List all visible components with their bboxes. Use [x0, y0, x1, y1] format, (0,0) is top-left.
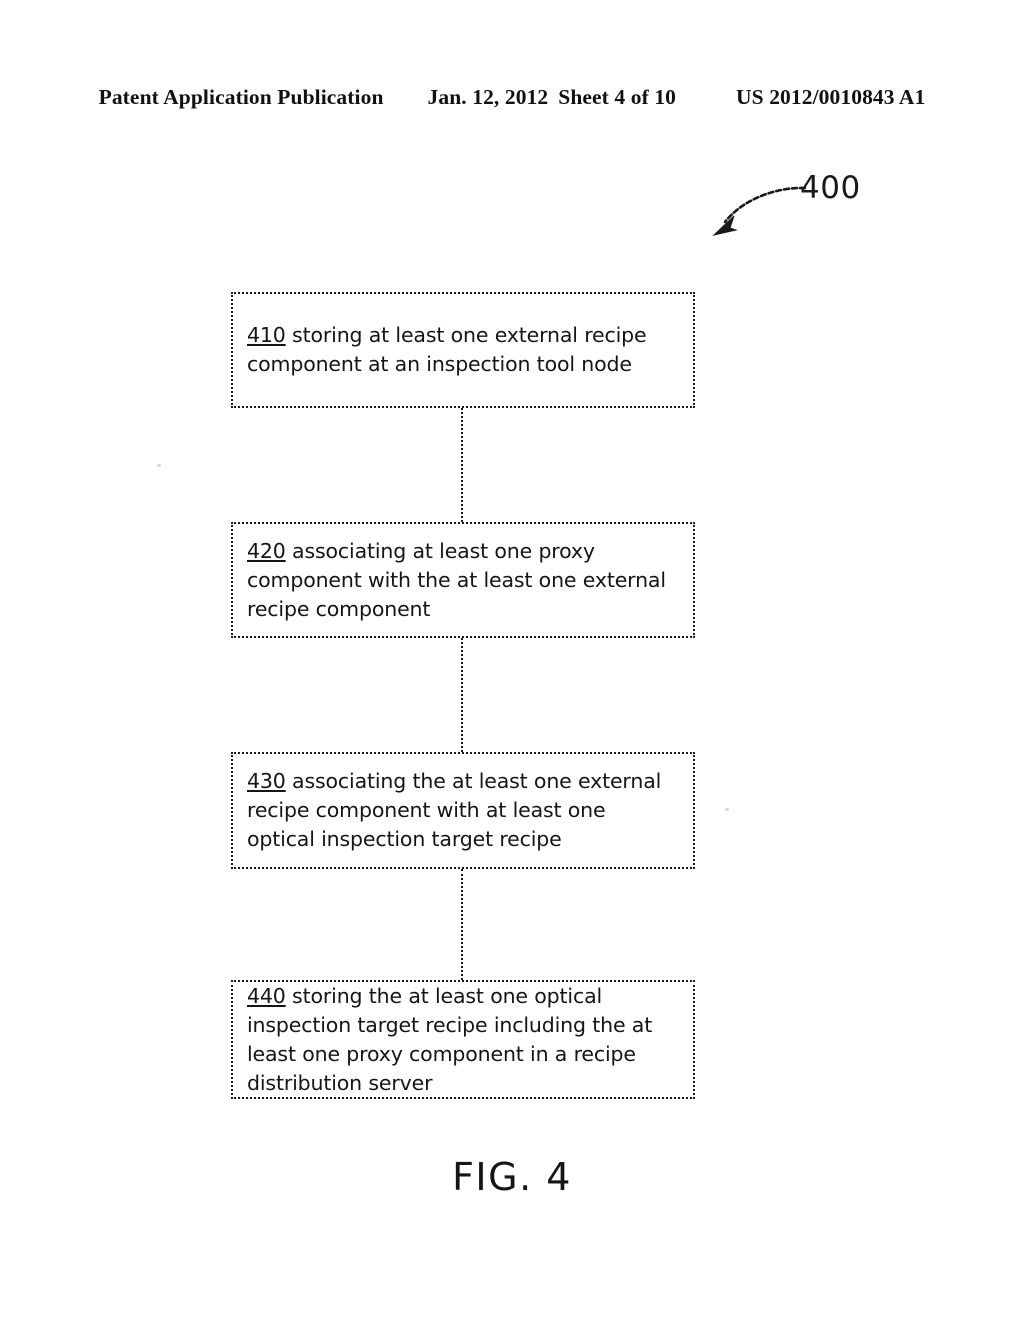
- scan-artifact-speck: [725, 808, 729, 811]
- step-number-430: 430: [247, 769, 286, 793]
- flowchart-step-420-text: 420 associating at least one proxy compo…: [233, 537, 693, 624]
- step-number-420: 420: [247, 538, 286, 563]
- figure-drawing-area: 400 410 storing at least one external re…: [0, 0, 1024, 1320]
- step-number-410: 410: [247, 323, 286, 347]
- flowchart-step-440-text: 440 storing the at least one optical ins…: [233, 982, 693, 1098]
- connector-430-to-440: [461, 869, 463, 980]
- reference-numeral-400-group: 400: [700, 160, 880, 270]
- flowchart-step-410: 410 storing at least one external recipe…: [231, 292, 695, 408]
- flowchart-step-430: 430 associating the at least one externa…: [231, 752, 695, 869]
- step-body-430: associating the at least one external re…: [247, 769, 662, 851]
- connector-410-to-420: [461, 408, 463, 522]
- flowchart-step-430-text: 430 associating the at least one externa…: [233, 767, 693, 854]
- step-body-440: storing the at least one optical inspect…: [247, 983, 653, 1095]
- reference-numeral-400: 400: [800, 170, 861, 206]
- flowchart-step-410-text: 410 storing at least one external recipe…: [233, 321, 693, 379]
- step-body-410: storing at least one external recipe com…: [247, 323, 647, 376]
- step-number-440: 440: [247, 983, 286, 1008]
- flowchart-step-440: 440 storing the at least one optical ins…: [231, 980, 695, 1099]
- connector-420-to-430: [461, 638, 463, 752]
- figure-caption: FIG. 4: [452, 1155, 572, 1199]
- step-body-420: associating at least one proxy component…: [247, 538, 666, 621]
- flowchart-step-420: 420 associating at least one proxy compo…: [231, 522, 695, 638]
- scan-artifact-speck: [157, 464, 161, 467]
